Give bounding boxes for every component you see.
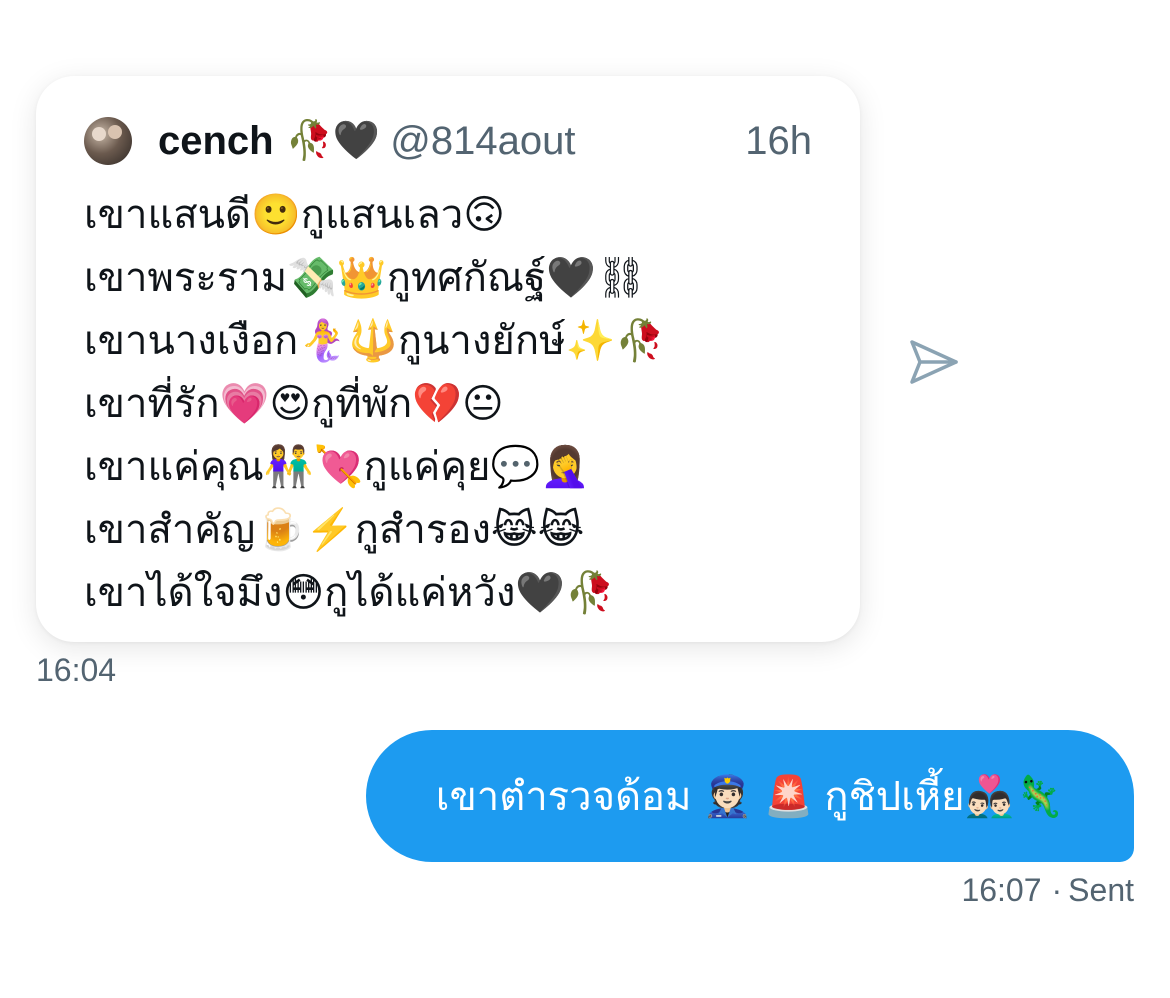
author-display-emoji: 🥀🖤	[285, 120, 381, 162]
sent-status: Sent	[1068, 872, 1134, 908]
sent-message-bubble[interactable]: เขาตำรวจด้อม 👮🏻 🚨 กูชิปเหี้ย👨🏻‍❤️‍👨🏻🦎	[366, 730, 1134, 862]
tweet-text-line: เขาได้ใจมึง😳กูได้แค่หวัง🖤🥀	[84, 571, 615, 615]
avatar[interactable]	[84, 117, 132, 165]
tweet-text-line: เขาสำคัญ🍺⚡️กูสำรอง😹😹	[84, 508, 585, 552]
meta-separator: ·	[1051, 872, 1063, 908]
tweet-text-line: เขาแสนดี🙂กูแสนเลว🙃	[84, 193, 505, 237]
sent-message-text: เขาตำรวจด้อม 👮🏻 🚨 กูชิปเหี้ย👨🏻‍❤️‍👨🏻🦎	[435, 775, 1065, 819]
tweet-text-line: เขาพระราม💸👑กูทศกัณฐ์🖤⛓	[84, 256, 647, 300]
tweet-text-line: เขาแค่คุณ👫💘กูแค่คุย💬🤦‍♀️	[84, 445, 591, 489]
sent-message-time: 16:07	[961, 872, 1042, 908]
author-display-name[interactable]: cench	[158, 119, 274, 164]
received-message-time: 16:04	[36, 652, 117, 688]
send-arrow-icon[interactable]	[906, 334, 962, 390]
tweet-text-line: เขาที่รัก💗😍กูที่พัก💔😐	[84, 382, 504, 426]
author-handle[interactable]: @814aout	[390, 119, 575, 164]
tweet-text-line: เขานางเงือก🧜‍♀️🔱กูนางยักษ์✨🥀	[84, 319, 666, 363]
sent-message-meta: 16:07 · Sent	[961, 872, 1134, 909]
quoted-tweet-card[interactable]: cench 🥀🖤 @814aout 16h เขาแสนดี🙂กูแสนเลว🙃…	[36, 76, 860, 642]
quoted-tweet-header: cench 🥀🖤 @814aout 16h	[84, 114, 812, 168]
quoted-tweet-body: เขาแสนดี🙂กูแสนเลว🙃 เขาพระราม💸👑กูทศกัณฐ์🖤…	[84, 184, 830, 625]
tweet-relative-time: 16h	[745, 118, 812, 163]
